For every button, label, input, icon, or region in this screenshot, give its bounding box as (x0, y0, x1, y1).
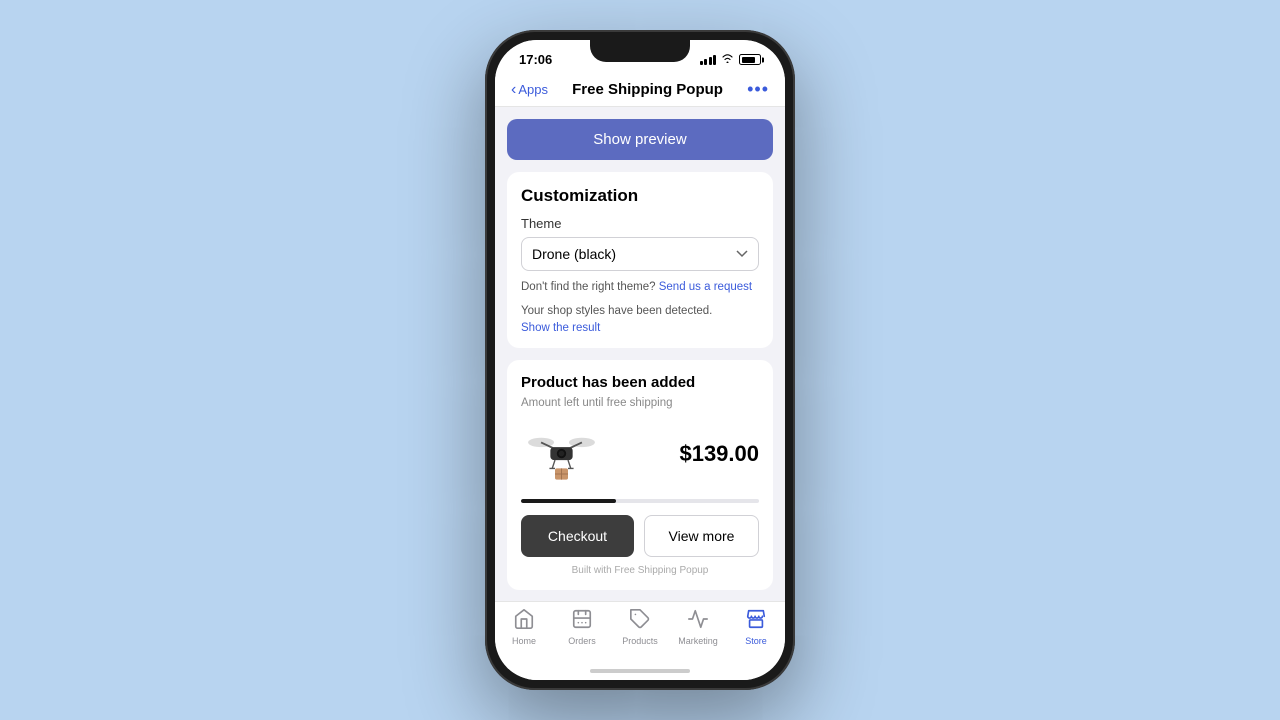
products-icon (629, 608, 651, 634)
checkout-button[interactable]: Checkout (521, 515, 634, 557)
home-icon (513, 608, 535, 634)
theme-label: Theme (521, 216, 759, 231)
more-options-button[interactable]: ••• (747, 79, 769, 100)
tab-bar: Home Orders (495, 601, 785, 662)
product-area: $139.00 (521, 419, 759, 489)
navigation-bar: ‹ Apps Free Shipping Popup ••• (495, 71, 785, 107)
notch (590, 40, 690, 62)
tab-products[interactable]: Products (611, 608, 669, 646)
signal-bars (700, 55, 717, 65)
progress-bar-fill (521, 499, 616, 503)
product-added-title: Product has been added (521, 374, 759, 391)
show-preview-button[interactable]: Show preview (507, 119, 773, 160)
shop-styles-text: Your shop styles have been detected. (521, 303, 759, 320)
status-time: 17:06 (519, 52, 552, 67)
theme-helper-text: Don't find the right theme? Send us a re… (521, 279, 759, 295)
tab-orders[interactable]: Orders (553, 608, 611, 646)
tab-products-label: Products (622, 636, 658, 646)
send-request-link[interactable]: Send us a request (659, 281, 752, 293)
back-chevron-icon: ‹ (511, 81, 516, 99)
drone-illustration (521, 419, 601, 489)
status-icons (700, 53, 762, 66)
tab-marketing[interactable]: Marketing (669, 608, 727, 646)
orders-icon (571, 608, 593, 634)
marketing-icon (687, 608, 709, 634)
phone-screen: 17:06 (495, 40, 785, 680)
drone-icon (524, 422, 599, 487)
tab-orders-label: Orders (568, 636, 596, 646)
battery-icon (739, 54, 761, 65)
home-bar (590, 669, 690, 673)
phone-frame: 17:06 (485, 30, 795, 690)
home-indicator (495, 662, 785, 680)
built-with-text: Built with Free Shipping Popup (521, 565, 759, 576)
progress-bar-container (521, 499, 759, 503)
tab-marketing-label: Marketing (678, 636, 718, 646)
view-more-button[interactable]: View more (644, 515, 759, 557)
price-text: $139.00 (679, 441, 759, 467)
back-label: Apps (518, 82, 548, 97)
page-title: Free Shipping Popup (548, 81, 747, 98)
tab-home-label: Home (512, 636, 536, 646)
wifi-icon (721, 53, 734, 66)
tab-store-label: Store (745, 636, 767, 646)
store-icon (745, 608, 767, 634)
action-buttons: Checkout View more (521, 515, 759, 557)
theme-select[interactable]: Drone (black) Drone (white) Classic (521, 237, 759, 271)
tab-store[interactable]: Store (727, 608, 785, 646)
customization-section: Customization Theme Drone (black) Drone … (507, 172, 773, 348)
main-content: Show preview Customization Theme Drone (… (495, 107, 785, 601)
show-result-link[interactable]: Show the result (521, 322, 759, 334)
back-button[interactable]: ‹ Apps (511, 81, 548, 99)
customization-title: Customization (521, 186, 759, 206)
tab-home[interactable]: Home (495, 608, 553, 646)
product-card: Product has been added Amount left until… (507, 360, 773, 590)
amount-label: Amount left until free shipping (521, 397, 759, 409)
